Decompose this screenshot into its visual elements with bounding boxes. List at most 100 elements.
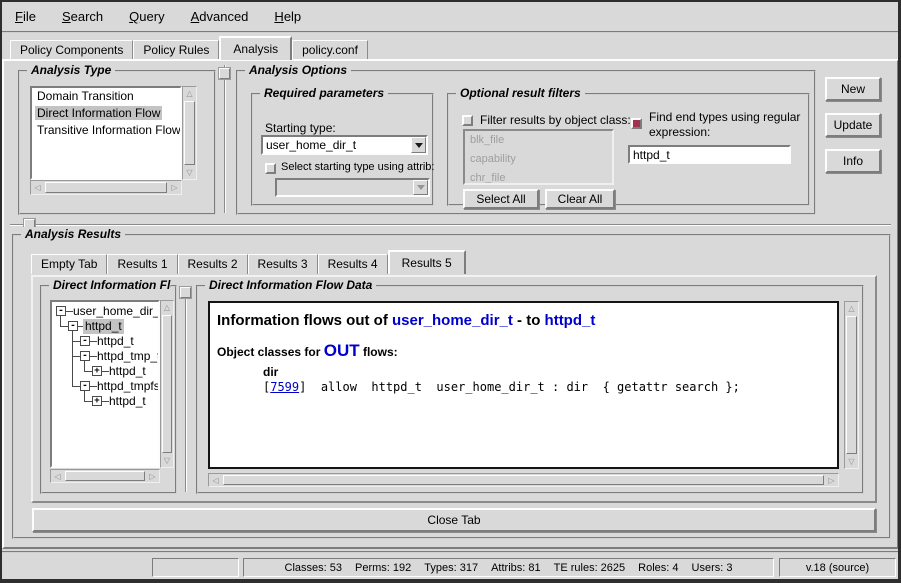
vertical-scrollbar[interactable]: △▽ (844, 301, 859, 469)
vertical-scrollbar[interactable]: △▽ (182, 86, 197, 180)
tab-results-4[interactable]: Results 4 (318, 254, 388, 274)
horizontal-scrollbar[interactable]: ◁▷ (30, 180, 182, 195)
scroll-left-icon[interactable]: ◁ (51, 470, 64, 482)
list-item: blk_file (465, 131, 612, 150)
list-item[interactable]: Domain Transition (32, 88, 180, 105)
object-class-checkbox[interactable] (462, 115, 473, 126)
scroll-down-icon[interactable]: ▽ (845, 455, 858, 468)
scroll-left-icon[interactable]: ◁ (31, 181, 44, 194)
starting-type-label: Starting type: (265, 121, 336, 135)
scrollbar-thumb[interactable] (223, 475, 824, 485)
flow-data-text[interactable]: Information flows out of user_home_dir_t… (208, 301, 839, 469)
sash-handle[interactable] (180, 287, 191, 298)
tree-node-label-selected[interactable]: httpd_t (83, 319, 124, 334)
horizontal-scrollbar[interactable]: ◁▷ (50, 469, 160, 483)
vertical-scrollbar[interactable]: △▽ (160, 300, 174, 468)
status-panel-empty (152, 558, 239, 577)
analysis-options-title: Analysis Options (245, 63, 351, 77)
new-button[interactable]: New (825, 77, 881, 101)
tab-results-3[interactable]: Results 3 (248, 254, 318, 274)
starting-type-combobox[interactable]: user_home_dir_t (261, 135, 428, 155)
tree-expand-toggle[interactable]: - (80, 381, 90, 391)
pane-sash-horizontal[interactable] (10, 224, 891, 226)
policy-version: v.18 (source) (806, 562, 869, 574)
starting-type-value: user_home_dir_t (263, 137, 411, 153)
tree-expand-toggle[interactable]: + (92, 396, 102, 406)
tab-results-5[interactable]: Results 5 (388, 250, 466, 274)
tree-node-label[interactable]: httpd_t (107, 364, 148, 379)
optional-filters-title: Optional result filters (456, 86, 585, 100)
tree-expand-toggle[interactable]: - (68, 321, 78, 331)
menu-advanced[interactable]: Advanced (186, 7, 254, 26)
scroll-down-icon[interactable]: ▽ (161, 454, 173, 467)
menu-file[interactable]: File (10, 7, 41, 26)
pane-sash-vertical[interactable] (185, 287, 187, 492)
flow-data-group: Direct Information Flow Data Information… (196, 285, 864, 494)
list-item[interactable]: Transitive Information Flow (32, 122, 180, 139)
sash-handle[interactable] (219, 68, 230, 79)
tree-expand-toggle[interactable]: - (80, 336, 90, 346)
tab-results-1[interactable]: Results 1 (107, 254, 177, 274)
list-item: chr_file (465, 169, 612, 185)
attrib-checkbox[interactable] (265, 163, 276, 174)
info-button[interactable]: Info (825, 149, 881, 173)
scroll-down-icon[interactable]: ▽ (183, 166, 196, 179)
tab-policy-conf[interactable]: policy.conf (292, 40, 368, 60)
allow-rule-line: [7599] allow httpd_t user_home_dir_t : d… (263, 380, 837, 394)
scrollbar-thumb[interactable] (45, 182, 167, 193)
flow-data-title: Direct Information Flow Data (205, 278, 376, 292)
scrollbar-thumb[interactable] (846, 316, 857, 454)
tab-empty-tab[interactable]: Empty Tab (31, 254, 107, 274)
tab-policy-components[interactable]: Policy Components (10, 40, 133, 60)
update-button[interactable]: Update (825, 113, 881, 137)
results-tab-bar: Empty Tab Results 1 Results 2 Results 3 … (31, 252, 466, 274)
object-class-checkbox-label: Filter results by object class: (480, 113, 631, 127)
analysis-type-list[interactable]: Domain Transition Direct Information Flo… (30, 86, 182, 180)
horizontal-scrollbar[interactable]: ◁▷ (208, 473, 839, 487)
tree-expand-toggle[interactable]: - (56, 306, 66, 316)
menu-search[interactable]: Search (57, 7, 108, 26)
scroll-right-icon[interactable]: ▷ (146, 470, 159, 482)
scroll-right-icon[interactable]: ▷ (168, 181, 181, 194)
flow-tree[interactable]: - user_home_dir_t - httpd_t - httpd_t - (50, 300, 160, 468)
list-item-selected[interactable]: Direct Information Flow (32, 105, 180, 122)
tree-node-label[interactable]: httpd_tmpfs_t (95, 379, 160, 394)
scrollbar-thumb[interactable] (162, 315, 172, 453)
tree-node-label[interactable]: httpd_tmp_t (95, 349, 160, 364)
scroll-right-icon[interactable]: ▷ (825, 474, 838, 486)
close-tab-button[interactable]: Close Tab (32, 508, 876, 532)
tab-policy-rules[interactable]: Policy Rules (133, 40, 219, 60)
flow-tree-title: Direct Information Flow T (49, 278, 171, 292)
regex-checkbox[interactable] (631, 118, 642, 129)
dropdown-arrow-icon (413, 180, 428, 195)
menu-help[interactable]: Help (269, 7, 306, 26)
tree-node-label[interactable]: user_home_dir_t (71, 304, 160, 319)
tree-node-label[interactable]: httpd_t (95, 334, 136, 349)
tab-analysis[interactable]: Analysis (219, 36, 292, 60)
attrib-checkbox-label: Select starting type using attrib: (281, 161, 434, 173)
scroll-left-icon[interactable]: ◁ (209, 474, 222, 486)
scrollbar-thumb[interactable] (65, 471, 145, 481)
status-panel-version: v.18 (source) (779, 558, 896, 577)
scroll-up-icon[interactable]: △ (161, 301, 173, 314)
select-all-button[interactable]: Select All (463, 189, 539, 209)
pane-sash-vertical[interactable] (224, 65, 226, 213)
menubar: File Search Query Advanced Help (2, 2, 899, 33)
tree-node-label[interactable]: httpd_t (107, 394, 148, 409)
menu-query[interactable]: Query (124, 7, 169, 26)
tab-results-2[interactable]: Results 2 (178, 254, 248, 274)
flow-tree-group: Direct Information Flow T - user_home_di… (40, 285, 177, 494)
regex-input[interactable]: httpd_t (628, 145, 791, 164)
regex-checkbox-label-line1: Find end types using regular (649, 110, 800, 124)
scroll-up-icon[interactable]: △ (845, 302, 858, 315)
status-perms: Perms: 192 (355, 562, 411, 574)
analysis-type-group: Analysis Type Domain Transition Direct I… (18, 70, 216, 215)
dropdown-arrow-icon[interactable] (411, 137, 426, 153)
tree-expand-toggle[interactable]: - (80, 351, 90, 361)
clear-all-button[interactable]: Clear All (545, 189, 615, 209)
rule-number-link[interactable]: 7599 (270, 380, 299, 394)
object-classes-line: Object classes for OUT flows: (217, 341, 837, 361)
scroll-up-icon[interactable]: △ (183, 87, 196, 100)
tree-expand-toggle[interactable]: + (92, 366, 102, 376)
scrollbar-thumb[interactable] (184, 101, 195, 165)
